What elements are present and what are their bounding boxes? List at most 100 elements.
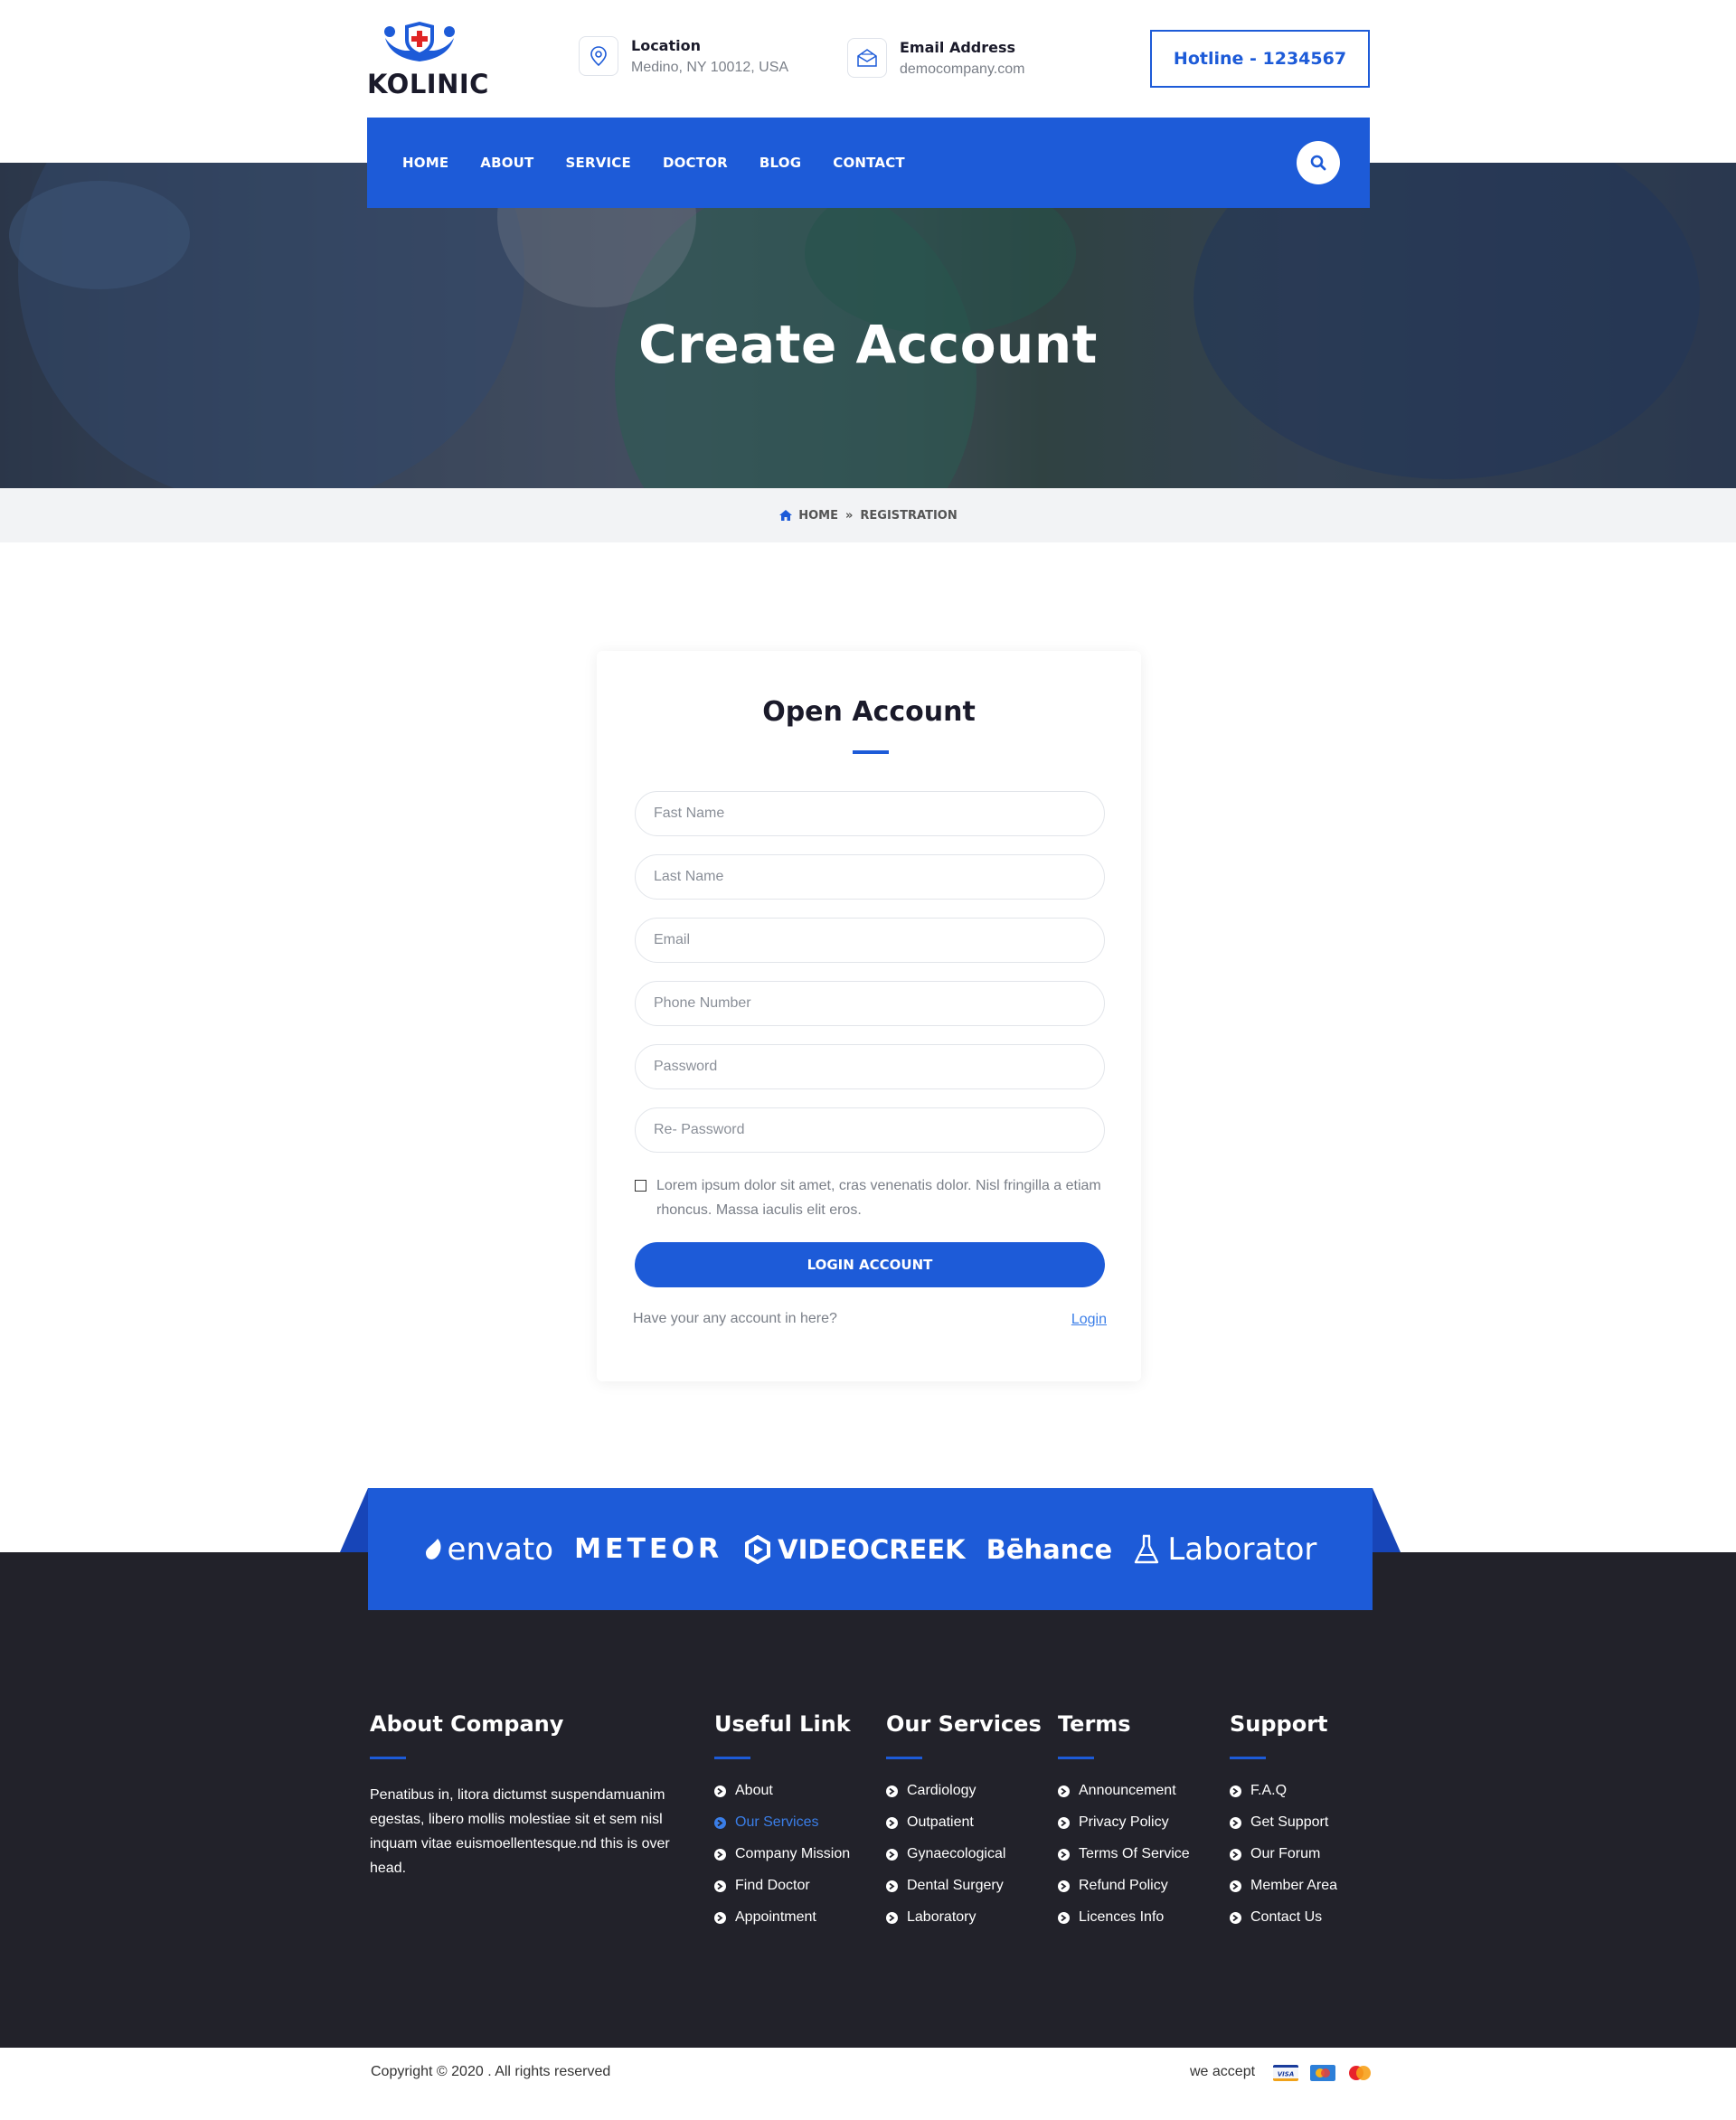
footer-link-gynaecological[interactable]: Gynaecological [886, 1846, 1042, 1878]
brand-envato[interactable]: envato [424, 1531, 554, 1568]
footer-link-label: Our Forum [1250, 1846, 1321, 1861]
footer-link-label: About [735, 1783, 773, 1798]
footer-title-underline [370, 1757, 406, 1759]
terms-checkbox[interactable] [635, 1180, 646, 1192]
brand-laborator[interactable]: Laborator [1133, 1531, 1316, 1568]
chevron-circle-icon [1230, 1912, 1241, 1924]
title-underline [853, 750, 889, 754]
footer-about: About Company Penatibus in, litora dictu… [370, 1711, 691, 1880]
footer-link-label: Gynaecological [907, 1846, 1006, 1861]
footer-about-title: About Company [370, 1711, 564, 1737]
terms-text: Lorem ipsum dolor sit amet, cras venenat… [656, 1178, 1101, 1218]
hotline-button[interactable]: Hotline - 1234567 [1150, 30, 1370, 88]
login-account-button[interactable]: LOGIN ACCOUNT [635, 1242, 1105, 1287]
footer-link-licences-info[interactable]: Licences Info [1058, 1909, 1190, 1941]
footer-link-label: Contact Us [1250, 1909, 1323, 1925]
footer-link-our-forum[interactable]: Our Forum [1230, 1846, 1337, 1878]
map-pin-icon [579, 36, 618, 76]
footer-link-about[interactable]: About [714, 1783, 851, 1814]
we-accept-label: we accept [1190, 2064, 1256, 2079]
search-button[interactable] [1297, 141, 1340, 184]
brand-videocreek[interactable]: VIDEOCREEK [743, 1534, 966, 1565]
double-chevron-icon: » [845, 508, 854, 523]
footer-link-our-services[interactable]: Our Services [714, 1814, 851, 1846]
footer-terms-title: Terms [1058, 1711, 1131, 1737]
footer-link-announcement[interactable]: Announcement [1058, 1783, 1190, 1814]
hero-banner: Create Account [0, 163, 1736, 488]
brand-behance[interactable]: Bēhance [986, 1534, 1113, 1565]
chevron-circle-icon [1058, 1786, 1070, 1797]
nav-item-service[interactable]: SERVICE [566, 155, 631, 171]
breadcrumb-home[interactable]: HOME [798, 509, 838, 523]
footer-link-label: Appointment [735, 1909, 816, 1925]
chevron-circle-icon [1230, 1817, 1241, 1829]
footer-link-find-doctor[interactable]: Find Doctor [714, 1878, 851, 1909]
footer-link-cardiology[interactable]: Cardiology [886, 1783, 1042, 1814]
footer-support: Support F.A.Q Get Support Our Forum Memb… [1230, 1711, 1337, 1941]
footer-link-refund-policy[interactable]: Refund Policy [1058, 1878, 1190, 1909]
footer-title-underline [714, 1757, 750, 1759]
footer-link-label: Privacy Policy [1079, 1814, 1169, 1830]
chevron-circle-icon [886, 1880, 898, 1892]
email-field[interactable] [635, 918, 1105, 963]
footer-link-company-mission[interactable]: Company Mission [714, 1846, 851, 1878]
footer-link-label: Find Doctor [735, 1878, 810, 1893]
phone-field[interactable] [635, 981, 1105, 1026]
last-name-field[interactable] [635, 854, 1105, 900]
login-link[interactable]: Login [1071, 1312, 1107, 1328]
nav-item-blog[interactable]: BLOG [760, 155, 801, 171]
footer [0, 1552, 1736, 2048]
footer-link-label: Refund Policy [1079, 1878, 1168, 1893]
footer-link-dental-surgery[interactable]: Dental Surgery [886, 1878, 1042, 1909]
brand-bar-fold-right [1373, 1488, 1401, 1552]
mastercard-icon [1349, 2066, 1371, 2080]
re-password-field[interactable] [635, 1107, 1105, 1153]
footer-link-label: Get Support [1250, 1814, 1329, 1830]
footer-link-get-support[interactable]: Get Support [1230, 1814, 1337, 1846]
shield-logo-icon [384, 22, 455, 61]
form-title: Open Account [762, 696, 976, 728]
nav-item-home[interactable]: HOME [402, 155, 448, 171]
footer-about-text: Penatibus in, litora dictumst suspendamu… [370, 1787, 670, 1876]
chevron-circle-icon [886, 1817, 898, 1829]
footer-link-label: F.A.Q [1250, 1783, 1288, 1798]
main-nav: HOME ABOUT SERVICE DOCTOR BLOG CONTACT [367, 118, 1370, 208]
chevron-circle-icon [886, 1849, 898, 1861]
brand-meteor[interactable]: METEOR [574, 1533, 722, 1565]
nav-item-about[interactable]: ABOUT [480, 155, 533, 171]
credit-card-icon [1310, 2065, 1335, 2081]
nav-item-contact[interactable]: CONTACT [833, 155, 905, 171]
chevron-circle-icon [1230, 1786, 1241, 1797]
footer-link-appointment[interactable]: Appointment [714, 1909, 851, 1941]
footer-link-contact-us[interactable]: Contact Us [1230, 1909, 1337, 1941]
envelope-icon [847, 38, 887, 78]
chevron-circle-icon [1230, 1849, 1241, 1861]
password-field[interactable] [635, 1044, 1105, 1089]
footer-link-privacy-policy[interactable]: Privacy Policy [1058, 1814, 1190, 1846]
footer-useful-title: Useful Link [714, 1711, 851, 1737]
footer-link-outpatient[interactable]: Outpatient [886, 1814, 1042, 1846]
footer-link-label: Cardiology [907, 1783, 976, 1798]
nav-item-doctor[interactable]: DOCTOR [663, 155, 728, 171]
brand-name: envato [447, 1531, 554, 1568]
have-account-text: Have your any account in here? [633, 1311, 837, 1326]
location-info: Location Medino, NY 10012, USA [579, 36, 788, 76]
envato-leaf-icon [425, 1538, 441, 1559]
breadcrumb: HOME » REGISTRATION [0, 488, 1736, 542]
copyright-text: Copyright © 2020 . All rights reserved [371, 2064, 611, 2079]
footer-link-terms-of-service[interactable]: Terms Of Service [1058, 1846, 1190, 1878]
footer-link-faq[interactable]: F.A.Q [1230, 1783, 1337, 1814]
registration-card: Open Account Lorem ipsum dolor sit amet,… [597, 651, 1141, 1381]
first-name-field[interactable] [635, 791, 1105, 836]
svg-text:VISA: VISA [1278, 2071, 1294, 2078]
footer-link-laboratory[interactable]: Laboratory [886, 1909, 1042, 1941]
email-title: Email Address [900, 38, 1016, 56]
email-info: Email Address democompany.com [847, 38, 1024, 78]
footer-title-underline [886, 1757, 922, 1759]
footer-link-member-area[interactable]: Member Area [1230, 1878, 1337, 1909]
brand-bar-fold-left [340, 1488, 368, 1552]
footer-services-title: Our Services [886, 1711, 1042, 1737]
site-logo[interactable]: KOLINIC [367, 22, 488, 99]
home-icon [779, 510, 793, 521]
chevron-circle-icon [1058, 1912, 1070, 1924]
